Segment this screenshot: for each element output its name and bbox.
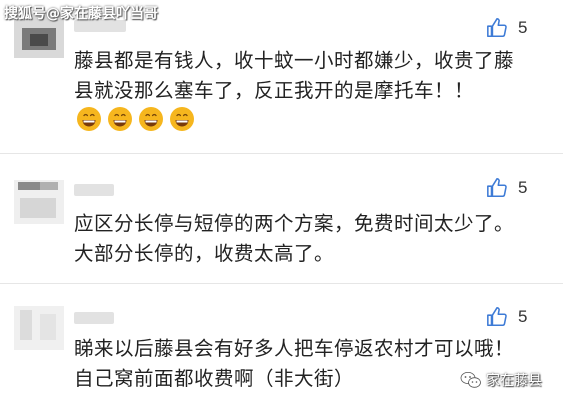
- grinning-face-icon: [139, 107, 163, 131]
- watermark-text: 搜狐号@家在藤县吖当哥: [4, 6, 158, 22]
- comment-text: 藤县都是有钱人，收十蚊一小时都嫌少，收贵了藤县就没那么塞车了，反正我开的是摩托车…: [74, 49, 515, 102]
- avatar[interactable]: [14, 180, 64, 224]
- thumbs-up-icon: [487, 18, 507, 38]
- grinning-face-icon: [77, 107, 101, 131]
- like-count: 5: [518, 18, 528, 37]
- brand-watermark: 家在藤县: [460, 370, 542, 390]
- divider: [0, 153, 563, 154]
- thumbs-up-icon: [487, 307, 507, 327]
- like-count: 5: [518, 307, 528, 326]
- grinning-face-icon: [170, 107, 194, 131]
- brand-label: 家在藤县: [486, 373, 542, 389]
- thumbs-up-icon: [487, 178, 507, 198]
- emoji-row: [76, 106, 200, 132]
- like-button[interactable]: 5: [486, 16, 546, 40]
- like-button[interactable]: 5: [486, 305, 546, 329]
- grinning-face-icon: [108, 107, 132, 131]
- like-button[interactable]: 5: [486, 176, 546, 200]
- wechat-icon: [460, 372, 481, 388]
- avatar[interactable]: [14, 306, 64, 350]
- commenter-name: [74, 312, 114, 324]
- commenter-name: [74, 184, 114, 196]
- comment-text: 应区分长停与短停的两个方案，免费时间太少了。大部分长停的，收费太高了。: [74, 212, 515, 265]
- divider: [0, 283, 563, 284]
- like-count: 5: [518, 178, 528, 197]
- comment-text-wrap: 藤县都是有钱人，收十蚊一小时都嫌少，收贵了藤县就没那么塞车了，反正我开的是摩托车…: [74, 46, 514, 137]
- comment-text: 睇来以后藤县会有好多人把车停返农村才可以哦！自己窝前面都收费啊（非大街）: [74, 337, 515, 390]
